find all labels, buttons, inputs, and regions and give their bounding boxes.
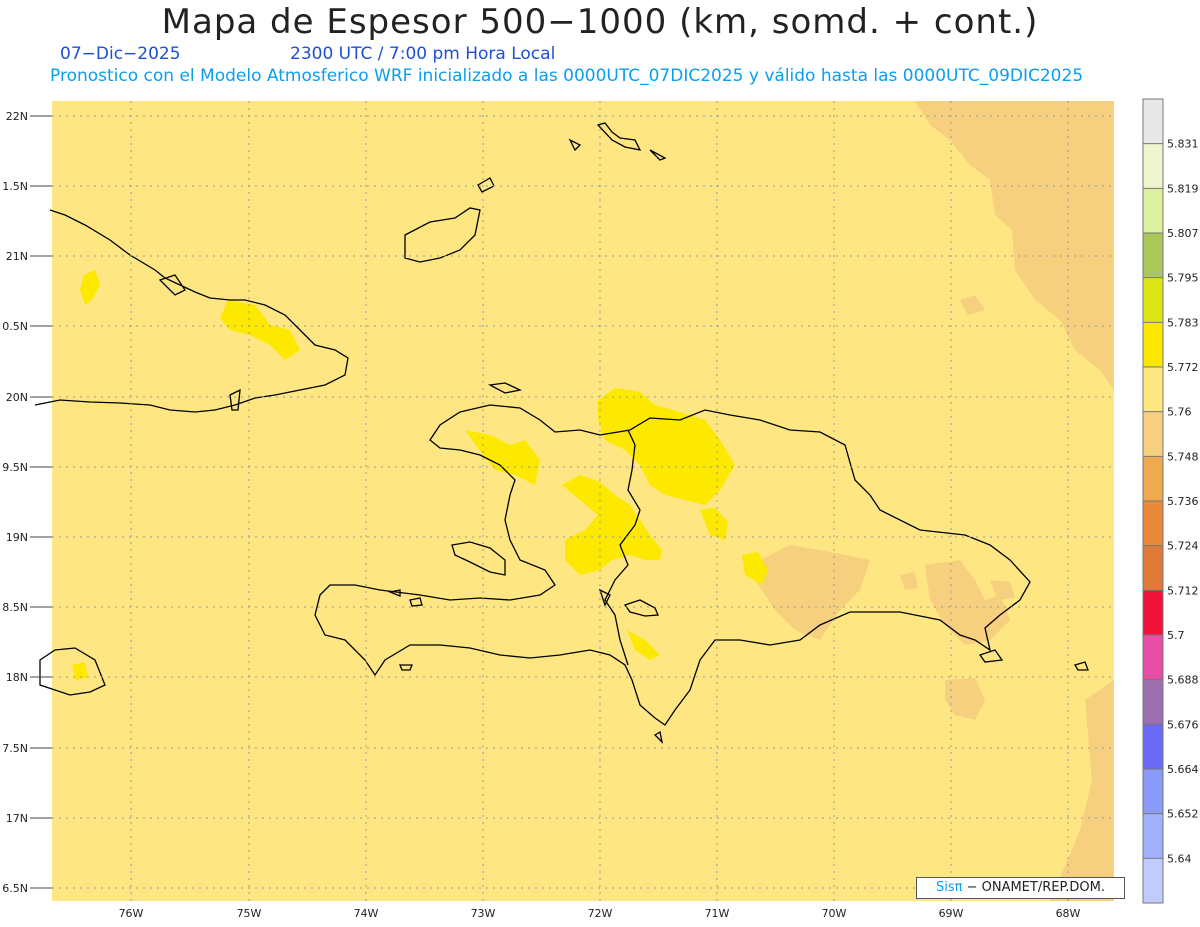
colorbar-swatch [1143, 724, 1163, 770]
colorbar-swatch [1143, 456, 1163, 502]
colorbar-label: 5.748 [1167, 450, 1199, 463]
colorbar-swatch [1143, 411, 1163, 457]
colorbar-label: 5.807 [1167, 227, 1199, 240]
colorbar-swatch [1143, 501, 1163, 547]
lon-label: 75W [237, 907, 262, 920]
colorbar-label: 5.819 [1167, 182, 1199, 195]
colorbar [1142, 98, 1164, 904]
lat-label: 9.5N [2, 461, 28, 474]
colorbar-label: 5.64 [1167, 852, 1192, 865]
colorbar-swatch [1143, 143, 1163, 189]
colorbar-swatch [1143, 813, 1163, 859]
credit-brand: Sisπ [935, 880, 963, 895]
lat-label: 21N [6, 250, 28, 263]
colorbar-swatch [1143, 188, 1163, 234]
colorbar-label: 5.7 [1167, 629, 1185, 642]
lon-label: 69W [939, 907, 964, 920]
colorbar-swatch [1143, 322, 1163, 368]
lat-label: 19N [6, 531, 28, 544]
colorbar-label: 5.724 [1167, 540, 1199, 553]
lat-label: 8.5N [2, 601, 28, 614]
colorbar-swatch [1143, 545, 1163, 591]
lat-label: 1.5N [2, 180, 28, 193]
colorbar-label: 5.772 [1167, 361, 1199, 374]
colorbar-label: 5.676 [1167, 718, 1199, 731]
colorbar-label: 5.664 [1167, 763, 1199, 776]
lon-label: 72W [588, 907, 613, 920]
colorbar-label: 5.652 [1167, 808, 1199, 821]
lon-label: 71W [705, 907, 730, 920]
colorbar-label: 5.688 [1167, 674, 1199, 687]
colorbar-label: 5.783 [1167, 316, 1199, 329]
lat-label: 18N [6, 671, 28, 684]
credit-text: − ONAMET/REP.DOM. [966, 880, 1106, 895]
colorbar-swatch [1143, 858, 1163, 904]
colorbar-swatch [1143, 769, 1163, 815]
lat-label: 17N [6, 812, 28, 825]
lat-label: 0.5N [2, 320, 28, 333]
colorbar-swatch [1143, 590, 1163, 636]
lat-label: 6.5N [2, 882, 28, 895]
thickness-map: 22N 1.5N 21N 0.5N 20N 9.5N 19N 8.5N 18N … [2, 98, 1199, 920]
colorbar-label: 5.76 [1167, 406, 1192, 419]
credit-box: Sisπ − ONAMET/REP.DOM. [916, 877, 1125, 899]
longitude-labels: 76W 75W 74W 73W 72W 71W 70W 69W 68W [119, 907, 1081, 920]
colorbar-swatch [1143, 277, 1163, 323]
colorbar-label: 5.736 [1167, 495, 1199, 508]
lon-label: 76W [119, 907, 144, 920]
lon-label: 74W [354, 907, 379, 920]
colorbar-swatch [1143, 367, 1163, 413]
colorbar-labels: 5.831 5.819 5.807 5.795 5.783 5.772 5.76 5.748 5… [1167, 138, 1199, 866]
lat-label: 20N [6, 391, 28, 404]
latitude-labels: 22N 1.5N 21N 0.5N 20N 9.5N 19N 8.5N 18N … [2, 110, 28, 895]
lon-label: 73W [471, 907, 496, 920]
colorbar-label: 5.795 [1167, 272, 1199, 285]
colorbar-swatch [1143, 99, 1163, 145]
colorbar-label: 5.712 [1167, 584, 1199, 597]
axis-ticks [30, 115, 52, 889]
colorbar-swatch [1143, 233, 1163, 279]
colorbar-label: 5.831 [1167, 138, 1199, 151]
lat-label: 7.5N [2, 742, 28, 755]
lat-label: 22N [6, 110, 28, 123]
colorbar-swatch [1143, 635, 1163, 681]
lon-label: 70W [822, 907, 847, 920]
lon-label: 68W [1056, 907, 1081, 920]
colorbar-swatch [1143, 679, 1163, 725]
